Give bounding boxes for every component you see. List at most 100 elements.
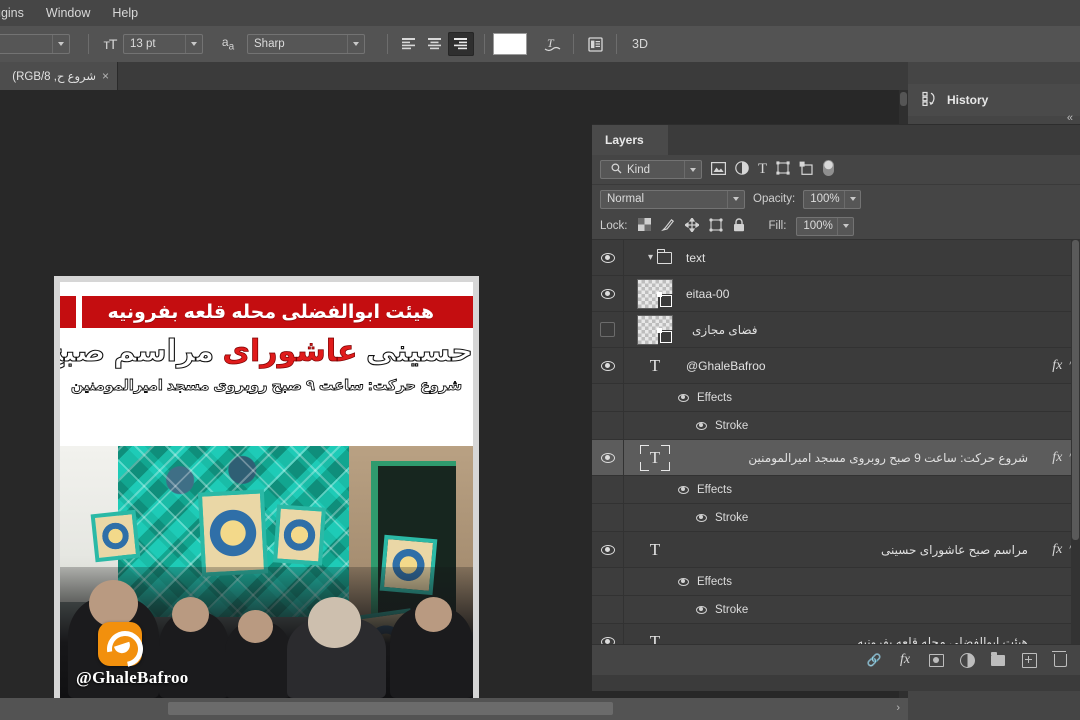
blend-mode-select[interactable]: Normal	[600, 189, 745, 209]
menu-bar: ugins Window Help	[0, 0, 1080, 26]
align-center-icon[interactable]	[422, 32, 448, 56]
menu-plugins[interactable]: ugins	[0, 0, 35, 26]
menu-window[interactable]: Window	[35, 0, 101, 26]
visibility-toggle[interactable]	[696, 513, 707, 522]
filter-kind-select[interactable]: Kind	[600, 160, 702, 179]
lock-artboard-icon[interactable]	[708, 217, 723, 235]
history-panel-header[interactable]: History	[908, 84, 1080, 116]
delete-layer-icon[interactable]	[1052, 650, 1068, 668]
new-group-icon[interactable]	[990, 651, 1006, 668]
fill-field[interactable]: 100%	[796, 216, 855, 236]
chevron-down-icon	[185, 35, 202, 53]
smart-object-filter-icon[interactable]	[799, 161, 813, 178]
pixel-layer-filter-icon[interactable]	[711, 161, 727, 178]
warp-text-icon[interactable]: T	[539, 32, 565, 56]
layer-row-stroke-shoroo-harekat[interactable]: Stroke	[592, 504, 1080, 532]
effect-label: Stroke	[715, 603, 749, 616]
new-layer-icon[interactable]	[1021, 652, 1037, 668]
opacity-field[interactable]: 100%	[803, 189, 862, 209]
new-adjustment-layer-icon[interactable]	[959, 652, 975, 668]
layer-row-eitaa-00[interactable]: eitaa-00	[592, 276, 1080, 312]
visibility-toggle[interactable]	[592, 624, 624, 644]
three-d-button[interactable]: 3D	[625, 32, 655, 56]
visibility-toggle[interactable]	[696, 605, 707, 614]
layer-thumbnail[interactable]	[624, 278, 686, 309]
layer-row-stroke-ghalebafroo[interactable]: Stroke	[592, 412, 1080, 440]
layer-effects-badge-icon[interactable]: fx	[1052, 542, 1062, 558]
chevron-right-icon[interactable]: ›	[896, 702, 900, 714]
visibility-toggle[interactable]	[678, 393, 689, 402]
layer-effects-badge-icon[interactable]: fx	[1052, 358, 1062, 374]
effects-label: Effects	[697, 391, 732, 404]
poster-headline-part1: مراسم صبح	[60, 334, 215, 368]
layer-effects-badge-icon[interactable]: fx	[1052, 450, 1062, 466]
layer-row-effects-marasem-sobh[interactable]: Effects	[592, 568, 1080, 596]
add-layer-mask-icon[interactable]	[928, 652, 944, 668]
visibility-toggle[interactable]	[678, 485, 689, 494]
type-layer-icon[interactable]: T	[624, 632, 686, 645]
menu-help[interactable]: Help	[101, 0, 149, 26]
poster-red-banner: هیئت ابوالفضلی محله قلعه بفرونیه	[60, 290, 473, 334]
visibility-toggle[interactable]	[592, 440, 624, 475]
bottom-scroll-bar[interactable]: ›	[0, 698, 908, 720]
shape-layer-filter-icon[interactable]	[776, 161, 790, 178]
document-tab-strip: شروع ح, RGB/8) * ×	[0, 62, 908, 90]
document-tab-label: شروع ح, RGB/8) *	[10, 71, 96, 83]
visibility-toggle[interactable]	[592, 348, 624, 383]
poster-document[interactable]: هیئت ابوالفضلی محله قلعه بفرونیه حسینی ع…	[54, 276, 479, 698]
visibility-toggle[interactable]	[696, 421, 707, 430]
layer-list[interactable]: ▾ text eitaa-00 فضای مجازی T @GhaleBafro…	[592, 240, 1080, 644]
character-panel-icon[interactable]	[582, 32, 608, 56]
lock-transparent-pixels-icon[interactable]	[637, 218, 651, 234]
layer-name: @GhaleBafroo	[686, 358, 766, 373]
collapse-arrows-icon[interactable]: «	[1067, 112, 1073, 124]
poster-subline: شروع حرکت: ساعت ۹ صبح روبروی مسجد امیرال…	[70, 378, 463, 395]
layer-row-effects-shoroo-harekat[interactable]: Effects	[592, 476, 1080, 504]
lock-all-icon[interactable]	[733, 217, 745, 235]
layers-panel-tab-row: Layers	[592, 125, 1080, 155]
folder-icon	[657, 248, 673, 264]
layers-panel: Layers ☰ Kind T	[592, 124, 1080, 691]
visibility-toggle[interactable]	[592, 532, 624, 567]
opacity-label: Opacity:	[753, 193, 796, 205]
align-right-icon[interactable]	[448, 32, 474, 56]
horizontal-scroll-thumb[interactable]	[168, 702, 613, 715]
visibility-toggle[interactable]	[678, 577, 689, 586]
align-left-icon[interactable]	[396, 32, 422, 56]
blend-mode-value: Normal	[607, 193, 645, 205]
adjustment-layer-filter-icon[interactable]	[735, 161, 749, 178]
filter-toggle-switch-icon[interactable]	[822, 159, 835, 180]
layer-thumbnail[interactable]	[624, 314, 686, 345]
opacity-value: 100%	[810, 193, 840, 205]
chevron-down-icon	[347, 35, 364, 53]
layer-row-stroke-marasem-sobh[interactable]: Stroke	[592, 596, 1080, 624]
lock-image-pixels-icon[interactable]	[660, 218, 675, 235]
layer-row-heyat-abolfazli[interactable]: T هیئت ابوالفضلی محله قلعه بفرونیه	[592, 624, 1080, 644]
type-layer-filter-icon[interactable]: T	[758, 161, 767, 178]
anti-alias-select[interactable]: Sharp	[247, 34, 365, 54]
type-layer-icon[interactable]: T	[624, 444, 686, 471]
visibility-toggle[interactable]	[592, 240, 624, 275]
layer-row-shoroo-harekat[interactable]: T شروع حرکت: ساعت 9 صبح روبروی مسجد امیر…	[592, 440, 1080, 476]
chevron-down-icon[interactable]: ▾	[648, 252, 653, 263]
text-color-swatch[interactable]	[493, 33, 527, 55]
visibility-toggle[interactable]	[592, 276, 624, 311]
visibility-toggle[interactable]	[592, 312, 624, 347]
type-layer-icon[interactable]: T	[624, 356, 686, 376]
layer-row-ghalebafroo[interactable]: T @GhaleBafroo fx ^	[592, 348, 1080, 384]
font-size-select[interactable]: 13 pt	[123, 34, 203, 54]
layer-row-marasem-sobh[interactable]: T مراسم صبح عاشورای حسینی fx ^	[592, 532, 1080, 568]
type-layer-icon[interactable]: T	[624, 540, 686, 560]
document-tab[interactable]: شروع ح, RGB/8) * ×	[0, 62, 118, 90]
layers-panel-footer: 🔗 fx	[592, 644, 1080, 675]
font-family-select[interactable]	[0, 34, 80, 54]
add-layer-style-icon[interactable]: fx	[897, 652, 913, 668]
layer-row-fazaye-majazi[interactable]: فضای مجازی	[592, 312, 1080, 348]
lock-position-icon[interactable]	[683, 216, 700, 235]
tab-layers[interactable]: Layers	[592, 125, 668, 155]
link-layers-icon[interactable]: 🔗	[866, 652, 882, 668]
layers-vertical-scrollbar[interactable]	[1071, 240, 1080, 644]
layer-row-group-text[interactable]: ▾ text	[592, 240, 1080, 276]
layer-row-effects-ghalebafroo[interactable]: Effects	[592, 384, 1080, 412]
close-icon[interactable]: ×	[102, 70, 109, 82]
